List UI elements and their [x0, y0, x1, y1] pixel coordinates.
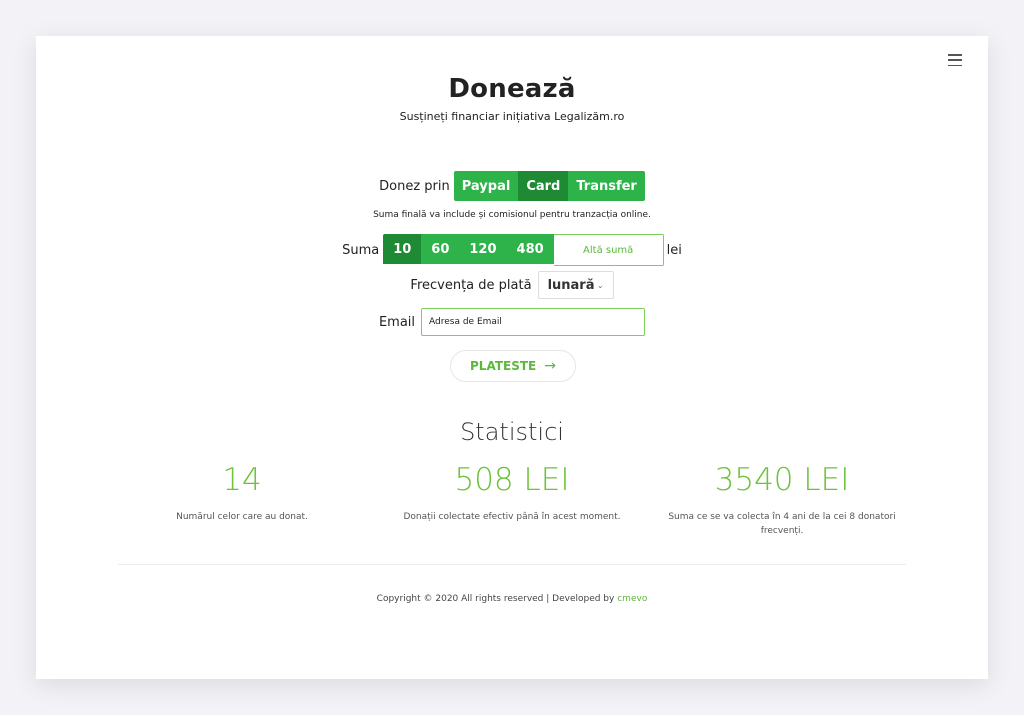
amount-120-button[interactable]: 120: [459, 234, 507, 264]
stat-value: 14: [222, 462, 262, 498]
stat-donors: 14 Numărul celor care au donat.: [112, 460, 372, 524]
fee-note: Suma finală va include și comisionul pen…: [373, 210, 651, 220]
amount-selector: 10 60 120 480: [383, 234, 664, 266]
method-paypal-button[interactable]: Paypal: [453, 171, 519, 201]
email-input[interactable]: [421, 308, 646, 336]
payment-method-row: Donez prin Paypal Card Transfer: [36, 171, 988, 201]
frequency-value: lunară: [547, 277, 595, 293]
pay-button-label: PLATESTE: [470, 359, 537, 373]
stat-description: Donații colectate efectiv până în acest …: [403, 512, 621, 522]
stat-description: Numărul celor care au donat.: [176, 512, 308, 522]
amount-row: Suma 10 60 120 480 lei: [36, 234, 988, 266]
frequency-row: Frecvența de plată lunară ⌄: [36, 271, 988, 299]
stat-projected: 3540 LEI Suma ce se va colecta în 4 ani …: [652, 460, 912, 538]
frequency-select[interactable]: lunară ⌄: [537, 271, 614, 299]
amount-480-button[interactable]: 480: [506, 234, 554, 264]
page-subtitle: Susțineți financiar inițiativa Legalizăm…: [399, 110, 625, 123]
payment-method-selector: Paypal Card Transfer: [453, 171, 645, 201]
amount-10-button[interactable]: 10: [383, 234, 422, 264]
footer: Copyright © 2020 All rights reserved | D…: [36, 594, 988, 604]
email-row: Email: [36, 308, 988, 336]
email-label: Email: [378, 314, 416, 330]
other-amount-input[interactable]: [553, 234, 664, 266]
frequency-label: Frecvența de plată: [410, 277, 532, 293]
currency-label: lei: [666, 242, 682, 258]
method-transfer-button[interactable]: Transfer: [568, 171, 645, 201]
main-card: Donează Susțineți financiar inițiativa L…: [36, 36, 988, 679]
amount-60-button[interactable]: 60: [421, 234, 460, 264]
pay-button[interactable]: PLATESTE →: [450, 350, 576, 382]
stat-collected: 508 LEI Donații colectate efectiv până î…: [382, 460, 642, 524]
payment-method-label: Donez prin: [379, 178, 450, 194]
amount-label: Suma: [342, 242, 380, 258]
stat-value: 3540 LEI: [714, 462, 850, 498]
stat-description: Suma ce se va colecta în 4 ani de la cei…: [668, 512, 896, 536]
copyright-text: Copyright © 2020 All rights reserved | D…: [376, 594, 615, 604]
method-card-button[interactable]: Card: [518, 171, 569, 201]
footer-divider: [118, 564, 906, 565]
stat-value: 508 LEI: [454, 462, 570, 498]
arrow-right-icon: →: [544, 358, 556, 374]
page-title: Donează: [448, 74, 576, 104]
developer-link[interactable]: cmevo: [617, 594, 647, 604]
stats-title: Statistici: [460, 418, 564, 446]
chevron-down-icon: ⌄: [596, 280, 604, 290]
hamburger-menu-icon[interactable]: [948, 54, 962, 66]
